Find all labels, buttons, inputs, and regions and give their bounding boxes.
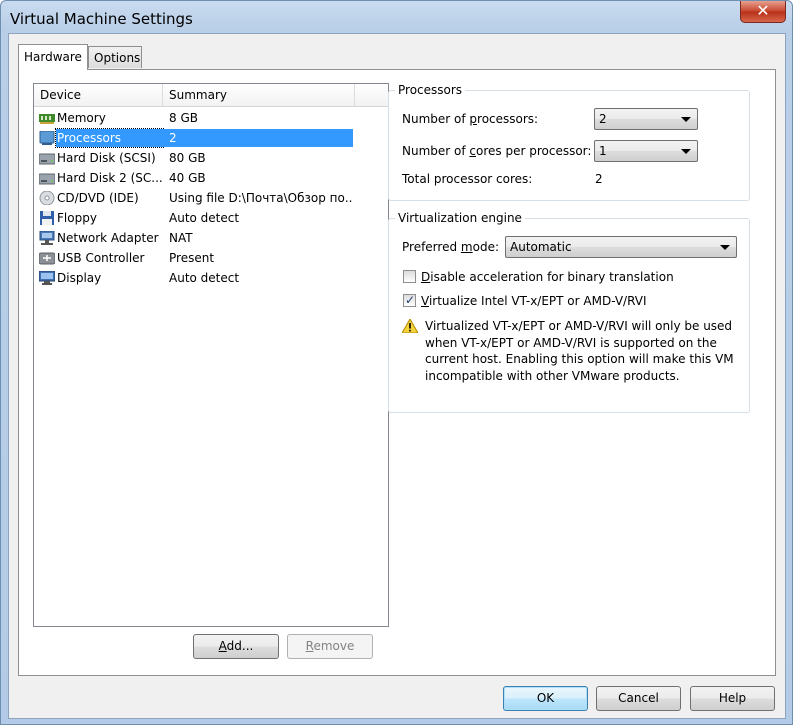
hardware-tab-panel: Device Summary Memory 8 GB Processors 2 Hard… <box>18 69 776 676</box>
disable-acceleration-checkbox[interactable] <box>403 270 416 283</box>
tab-options[interactable]: Options <box>88 46 142 68</box>
device-name: Display <box>57 271 102 285</box>
preferred-mode-select[interactable]: Automatic <box>505 236 737 258</box>
memory-icon <box>39 114 55 124</box>
remove-device-button[interactable]: Remove <box>287 634 373 659</box>
device-summary: 40 GB <box>169 171 206 185</box>
device-name: CD/DVD (IDE) <box>57 191 139 205</box>
window-title: Virtual Machine Settings <box>10 10 193 28</box>
device-name: USB Controller <box>57 251 145 265</box>
cores-per-processor-label: Number of cores per processor: <box>402 144 592 158</box>
chevron-down-icon <box>720 245 730 250</box>
column-header-device[interactable]: Device <box>34 84 163 106</box>
column-header-summary[interactable]: Summary <box>163 84 355 106</box>
device-row-memory[interactable]: Memory 8 GB <box>34 108 388 128</box>
dialog-client: Hardware Options Device Summary Memory 8 … <box>8 33 786 719</box>
num-processors-label: Number of processors: <box>402 112 539 126</box>
chevron-down-icon <box>681 117 691 122</box>
ok-button[interactable]: OK <box>503 686 588 711</box>
num-processors-value: 2 <box>599 112 607 126</box>
device-row-processor[interactable]: Processors 2 <box>34 128 388 148</box>
total-cores-label: Total processor cores: <box>402 172 533 186</box>
cores-per-processor-value: 1 <box>599 144 607 158</box>
device-name: Network Adapter <box>57 231 159 245</box>
device-name: Memory <box>57 111 106 125</box>
total-cores-value: 2 <box>595 172 603 186</box>
device-summary: Auto detect <box>169 211 240 225</box>
virtualization-engine-group: Virtualization engine Preferred mode: Au… <box>388 210 750 413</box>
device-row-usb-controller[interactable]: USB Controller Present <box>34 248 388 268</box>
help-button[interactable]: Help <box>690 686 775 711</box>
cores-per-processor-select[interactable]: 1 <box>594 140 698 162</box>
device-row-hard-disk[interactable]: Hard Disk (SCSI) 80 GB <box>34 148 388 168</box>
checkmark-icon: ✓ <box>405 293 416 307</box>
device-row-floppy[interactable]: Floppy Auto detect <box>34 208 388 228</box>
device-summary: 8 GB <box>169 111 198 125</box>
device-name: Processors <box>55 128 164 148</box>
hard-disk-icon <box>39 173 55 185</box>
close-button[interactable]: ✕ <box>740 1 786 23</box>
floppy-icon <box>40 211 54 225</box>
hard-disk-icon <box>39 153 55 165</box>
virtualize-vtx-checkbox[interactable]: ✓ <box>403 293 416 307</box>
device-list-header: Device Summary <box>34 84 388 107</box>
close-icon: ✕ <box>756 1 770 20</box>
virtualization-group-title: Virtualization engine <box>395 210 525 226</box>
dialog-window: Virtual Machine Settings ✕ Hardware Opti… <box>0 0 793 725</box>
device-row-network-adapter[interactable]: Network Adapter NAT <box>34 228 388 248</box>
device-summary: 2 <box>163 129 353 147</box>
cancel-button[interactable]: Cancel <box>596 686 681 711</box>
network-adapter-icon <box>39 231 55 245</box>
usb-controller-icon <box>39 252 55 265</box>
device-name: Hard Disk 2 (SC... <box>57 171 163 185</box>
title-bar[interactable]: Virtual Machine Settings ✕ <box>1 1 792 33</box>
preferred-mode-label: Preferred mode: <box>402 240 499 254</box>
num-processors-select[interactable]: 2 <box>594 108 698 130</box>
processors-group-title: Processors <box>395 82 466 98</box>
device-summary: Using file D:\Почта\Обзор по... <box>169 191 353 205</box>
display-icon <box>39 271 55 285</box>
warning-icon <box>402 319 418 333</box>
device-summary: NAT <box>169 231 193 245</box>
cd-dvd-icon <box>39 191 55 205</box>
add-device-button[interactable]: Add... <box>193 634 279 659</box>
device-summary: Present <box>169 251 215 265</box>
vtx-warning-text: Virtualized VT-x/EPT or AMD-V/RVI will o… <box>425 319 734 383</box>
device-row-display[interactable]: Display Auto detect <box>34 268 388 288</box>
disable-acceleration-label[interactable]: Disable acceleration for binary translat… <box>421 269 674 285</box>
device-summary: 80 GB <box>169 151 206 165</box>
processor-icon <box>39 131 55 145</box>
device-name: Hard Disk (SCSI) <box>57 151 156 165</box>
device-summary: Auto detect <box>169 271 240 285</box>
device-list[interactable]: Device Summary Memory 8 GB Processors 2 Hard… <box>33 83 389 627</box>
chevron-down-icon <box>681 149 691 154</box>
processors-group: Processors Number of processors: 2 Numbe… <box>388 82 750 201</box>
preferred-mode-value: Automatic <box>510 240 572 254</box>
device-row-hard-disk[interactable]: Hard Disk 2 (SC... 40 GB <box>34 168 388 188</box>
device-row-cd-dvd[interactable]: CD/DVD (IDE) Using file D:\Почта\Обзор по… <box>34 188 388 208</box>
device-name: Floppy <box>57 211 97 225</box>
virtualize-vtx-label[interactable]: Virtualize Intel VT-x/EPT or AMD-V/RVI <box>421 293 647 309</box>
tab-hardware[interactable]: Hardware <box>18 44 88 70</box>
